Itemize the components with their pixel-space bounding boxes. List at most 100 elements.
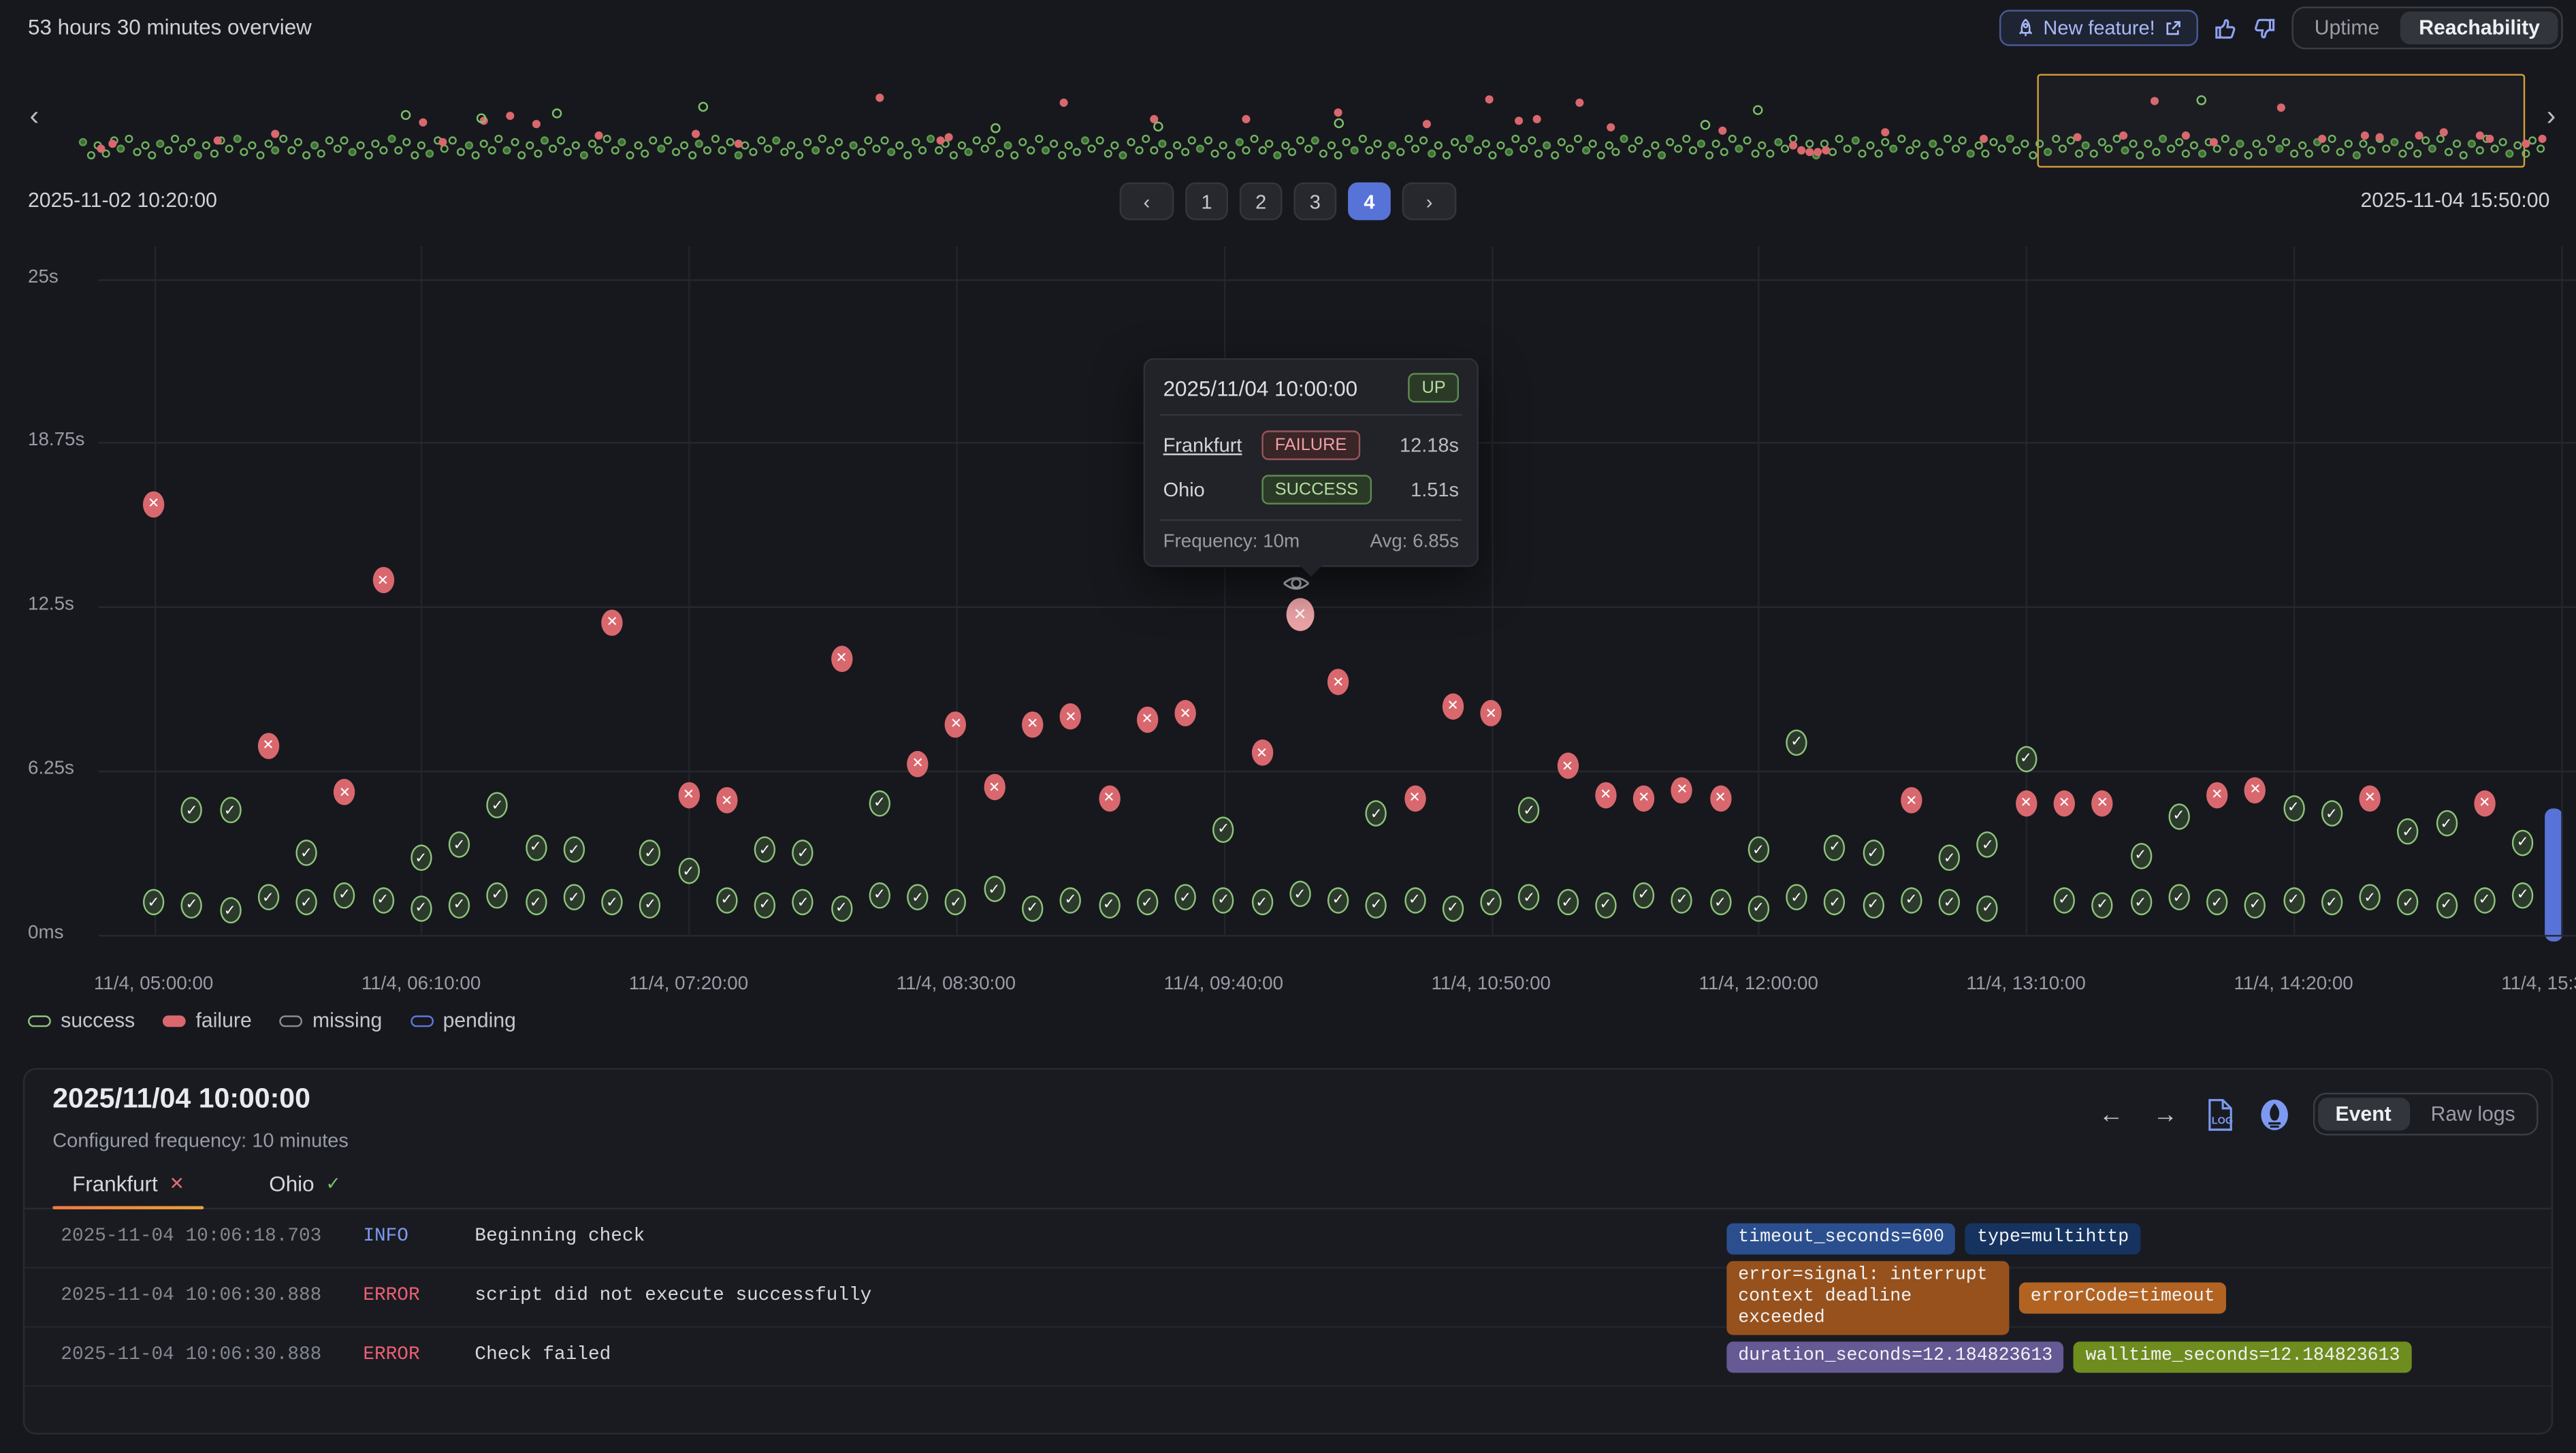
chart-point-frankfurt[interactable]: ✓ [792,840,814,866]
tab-reachability[interactable]: Reachability [2401,12,2558,44]
chart-point-ohio[interactable]: ✓ [143,889,164,916]
chart-point-ohio[interactable]: ✓ [831,895,852,921]
minimap-prev-icon[interactable]: ‹ [29,102,39,130]
chart-point-frankfurt[interactable]: ✓ [295,840,317,866]
chart-point-ohio[interactable]: ✓ [2015,746,2036,772]
chart-point-ohio[interactable]: ✓ [2398,889,2419,916]
chart-point-ohio[interactable]: ✓ [1098,892,1119,919]
chart-point-ohio[interactable]: ✓ [1557,889,1578,916]
chart-point-ohio[interactable]: ✓ [1136,889,1157,916]
chart-point-ohio[interactable]: ✓ [1175,884,1196,911]
chart-point-frankfurt[interactable]: ✓ [869,790,890,816]
thumbs-down-icon[interactable] [2252,16,2276,40]
chart-point-ohio[interactable]: ✓ [1709,889,1730,916]
chart-point-frankfurt[interactable]: ✕ [1022,711,1043,737]
tooltip-region-name[interactable]: Frankfurt [1163,434,1262,457]
pagination-prev-button[interactable]: ‹ [1120,182,1174,221]
chart-point-ohio[interactable]: ✓ [869,882,890,908]
chart-point-frankfurt[interactable]: ✓ [1366,800,1387,827]
chart-point-ohio[interactable]: ✓ [1671,887,1692,914]
chart-point-ohio[interactable]: ✓ [219,897,240,924]
chart-point-ohio[interactable]: ✓ [449,892,470,919]
chart-point-frankfurt[interactable]: ✓ [1824,835,1846,861]
chart-point-ohio[interactable]: ✓ [2283,887,2304,914]
log-tab-raw-logs[interactable]: Raw logs [2413,1098,2533,1130]
chart-point-frankfurt[interactable]: ✓ [754,837,775,863]
chart-point-frankfurt[interactable]: ✓ [2168,803,2189,829]
chart-point-frankfurt[interactable]: ✕ [984,774,1005,801]
chart-point-frankfurt[interactable]: ✕ [1442,693,1463,720]
chart-point-ohio[interactable]: ✓ [907,884,929,911]
chart-point-ohio[interactable]: ✓ [1060,887,1081,914]
prometheus-icon[interactable] [2258,1097,2289,1132]
chart-point-ohio[interactable]: ✓ [372,887,393,914]
chart-point-frankfurt[interactable]: ✓ [1939,845,1960,872]
chart-point-ohio[interactable]: ✓ [181,892,202,919]
minimap-next-icon[interactable]: › [2547,102,2556,130]
chart-point-ohio[interactable]: ✓ [2512,882,2533,908]
chart-point-frankfurt[interactable]: ✓ [1213,816,1234,843]
chart-point-ohio[interactable]: ✓ [602,889,623,916]
chart-point-frankfurt[interactable]: ✕ [1633,784,1654,811]
timeline-minimap[interactable]: ‹ › [0,69,2576,177]
chart-point-frankfurt[interactable]: ✓ [563,837,584,863]
chart-point-ohio[interactable]: ✓ [2360,884,2381,911]
legend-item-missing[interactable]: missing [280,1009,383,1032]
chart-point-frankfurt[interactable]: ✕ [1098,784,1119,811]
pagination-next-button[interactable]: › [1402,182,1457,221]
chart-point-frankfurt[interactable]: ✕ [1404,784,1425,811]
chart-point-ohio[interactable]: ✓ [1595,892,1616,919]
chart-point-frankfurt[interactable]: ✕ [1327,669,1349,696]
chart-point-ohio[interactable]: ✓ [1404,887,1425,914]
chart-point-frankfurt[interactable]: ✕ [2206,782,2227,808]
chart-point-ohio[interactable]: ✓ [1748,895,1769,921]
chart-point-frankfurt[interactable]: ✕ [257,732,278,759]
chart-point-frankfurt[interactable]: ✕ [1901,787,1922,814]
chart-point-ohio[interactable]: ✓ [1442,895,1463,921]
chart-point-frankfurt[interactable]: ✕ [2092,790,2113,816]
chart-point-frankfurt[interactable]: ✓ [2436,811,2457,837]
chart-point-ohio[interactable]: ✓ [716,887,737,914]
chart-point-frankfurt[interactable]: ✓ [1748,837,1769,863]
pagination-page-2[interactable]: 2 [1240,182,1283,221]
chart-point-frankfurt[interactable]: ✓ [181,798,202,825]
chart-point-frankfurt[interactable]: ✓ [2130,842,2151,869]
chart-point-ohio[interactable]: ✓ [1022,895,1043,921]
chart-point-ohio[interactable]: ✓ [2474,887,2495,914]
chart-point-frankfurt[interactable]: ✓ [2283,795,2304,822]
chart-point-ohio[interactable]: ✓ [2206,889,2227,916]
chart-point-ohio[interactable]: ✓ [1939,889,1960,916]
chart-point-frankfurt[interactable]: ✕ [602,609,623,635]
next-check-button[interactable]: → [2150,1100,2181,1128]
log-tab-event[interactable]: Event [2317,1098,2409,1130]
thumbs-up-icon[interactable] [2212,16,2237,40]
chart-point-frankfurt[interactable]: ✕ [1709,784,1730,811]
chart-point-ohio[interactable]: ✓ [1901,887,1922,914]
chart-point-ohio[interactable]: ✓ [1481,889,1502,916]
chart-point-ohio[interactable]: ✓ [640,892,661,919]
chart-point-frankfurt[interactable]: ✕ [946,711,967,737]
chart-point-frankfurt[interactable]: ✓ [2321,800,2342,827]
previous-check-button[interactable]: ← [2095,1100,2127,1128]
chart-point-frankfurt[interactable]: ✓ [2398,818,2419,845]
chart-point-frankfurt[interactable]: ✕ [334,780,355,806]
chart-point-ohio[interactable]: ✓ [2130,889,2151,916]
tab-uptime[interactable]: Uptime [2296,12,2398,44]
chart-point-ohio[interactable]: ✓ [2244,892,2266,919]
pagination-page-3[interactable]: 3 [1293,182,1336,221]
chart-point-frankfurt[interactable]: ✕ [716,787,737,814]
chart-point-frankfurt[interactable]: ✕ [678,782,699,808]
pagination-page-4[interactable]: 4 [1348,182,1391,221]
chart-point-ohio[interactable]: ✓ [1366,892,1387,919]
chart-point-ohio[interactable]: ✓ [295,889,317,916]
log-file-icon[interactable]: LOG [2204,1097,2235,1132]
chart-point-ohio[interactable]: ✓ [2436,892,2457,919]
chart-point-frankfurt[interactable]: ✕ [2015,790,2036,816]
chart-point-frankfurt[interactable]: ✕ [1671,777,1692,803]
chart-point-ohio[interactable]: ✓ [1633,882,1654,908]
new-feature-button[interactable]: New feature! [1999,10,2197,46]
chart-point-ohio[interactable]: ✓ [984,876,1005,903]
chart-point-frankfurt[interactable]: ✕ [1481,701,1502,727]
chart-point-ohio[interactable]: ✓ [410,895,432,921]
chart-point-frankfurt[interactable]: ✓ [449,832,470,859]
